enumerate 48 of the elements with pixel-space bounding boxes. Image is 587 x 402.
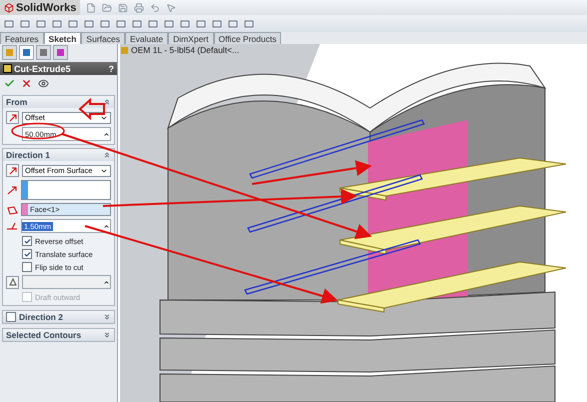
- panel-tab[interactable]: [53, 45, 68, 60]
- reverse-button[interactable]: [6, 111, 19, 124]
- panel-tab[interactable]: [36, 45, 51, 60]
- preview-icon[interactable]: [38, 78, 49, 89]
- reverse-button[interactable]: [6, 164, 19, 177]
- arrow-icon: [8, 166, 16, 174]
- expand-icon: [103, 313, 111, 321]
- command-tab[interactable]: Features: [0, 32, 44, 44]
- arrow-icon: [8, 114, 16, 122]
- toolbar-icon[interactable]: [86, 2, 96, 12]
- command-tab[interactable]: Office Products: [214, 32, 282, 44]
- command-tab[interactable]: DimXpert: [168, 32, 214, 44]
- toolbar-icon[interactable]: [166, 2, 176, 12]
- callout-arrow: [78, 98, 105, 120]
- section-title: Direction 1: [6, 150, 50, 160]
- panel-tab[interactable]: [19, 45, 34, 60]
- collapse-icon[interactable]: [103, 98, 111, 106]
- selected-contours-section[interactable]: Selected Contours: [2, 328, 115, 342]
- toolbar-icon[interactable]: [150, 2, 160, 12]
- spin-icon[interactable]: [103, 222, 110, 230]
- face-icon: [6, 204, 18, 214]
- section-title: From: [6, 97, 28, 107]
- offset-distance-icon: [6, 221, 18, 231]
- spin-icon[interactable]: [103, 130, 110, 138]
- callout-circle: [11, 122, 65, 140]
- direction-2-section[interactable]: Direction 2: [2, 310, 115, 324]
- cancel-icon[interactable]: [21, 78, 32, 89]
- command-tab[interactable]: Evaluate: [124, 32, 168, 44]
- toolbar-icon[interactable]: [134, 2, 144, 12]
- help-button[interactable]: ?: [108, 64, 114, 74]
- command-tab[interactable]: Sketch: [44, 32, 82, 44]
- command-tab[interactable]: Surfaces: [81, 32, 125, 44]
- spin-icon[interactable]: [103, 278, 110, 286]
- ok-icon[interactable]: [4, 78, 15, 89]
- draft-angle-field[interactable]: [22, 275, 111, 289]
- toolbar-icon[interactable]: [102, 2, 112, 12]
- app-name: SolidWorks: [16, 2, 76, 14]
- logo-icon: [4, 2, 14, 12]
- draft-icon: [8, 278, 16, 286]
- draft-button[interactable]: [6, 276, 19, 288]
- feature-title: Cut-Extrude5: [14, 64, 71, 74]
- toolbar-icon[interactable]: [118, 2, 128, 12]
- tree-root-item[interactable]: OEM 1L - 5-lbl54 (Default<...: [120, 45, 240, 55]
- collapse-icon[interactable]: [103, 151, 111, 159]
- expand-icon: [103, 331, 111, 339]
- direction-selection-box[interactable]: [21, 180, 111, 200]
- direction-arrow-icon: [6, 185, 18, 195]
- feature-icon: [3, 64, 12, 73]
